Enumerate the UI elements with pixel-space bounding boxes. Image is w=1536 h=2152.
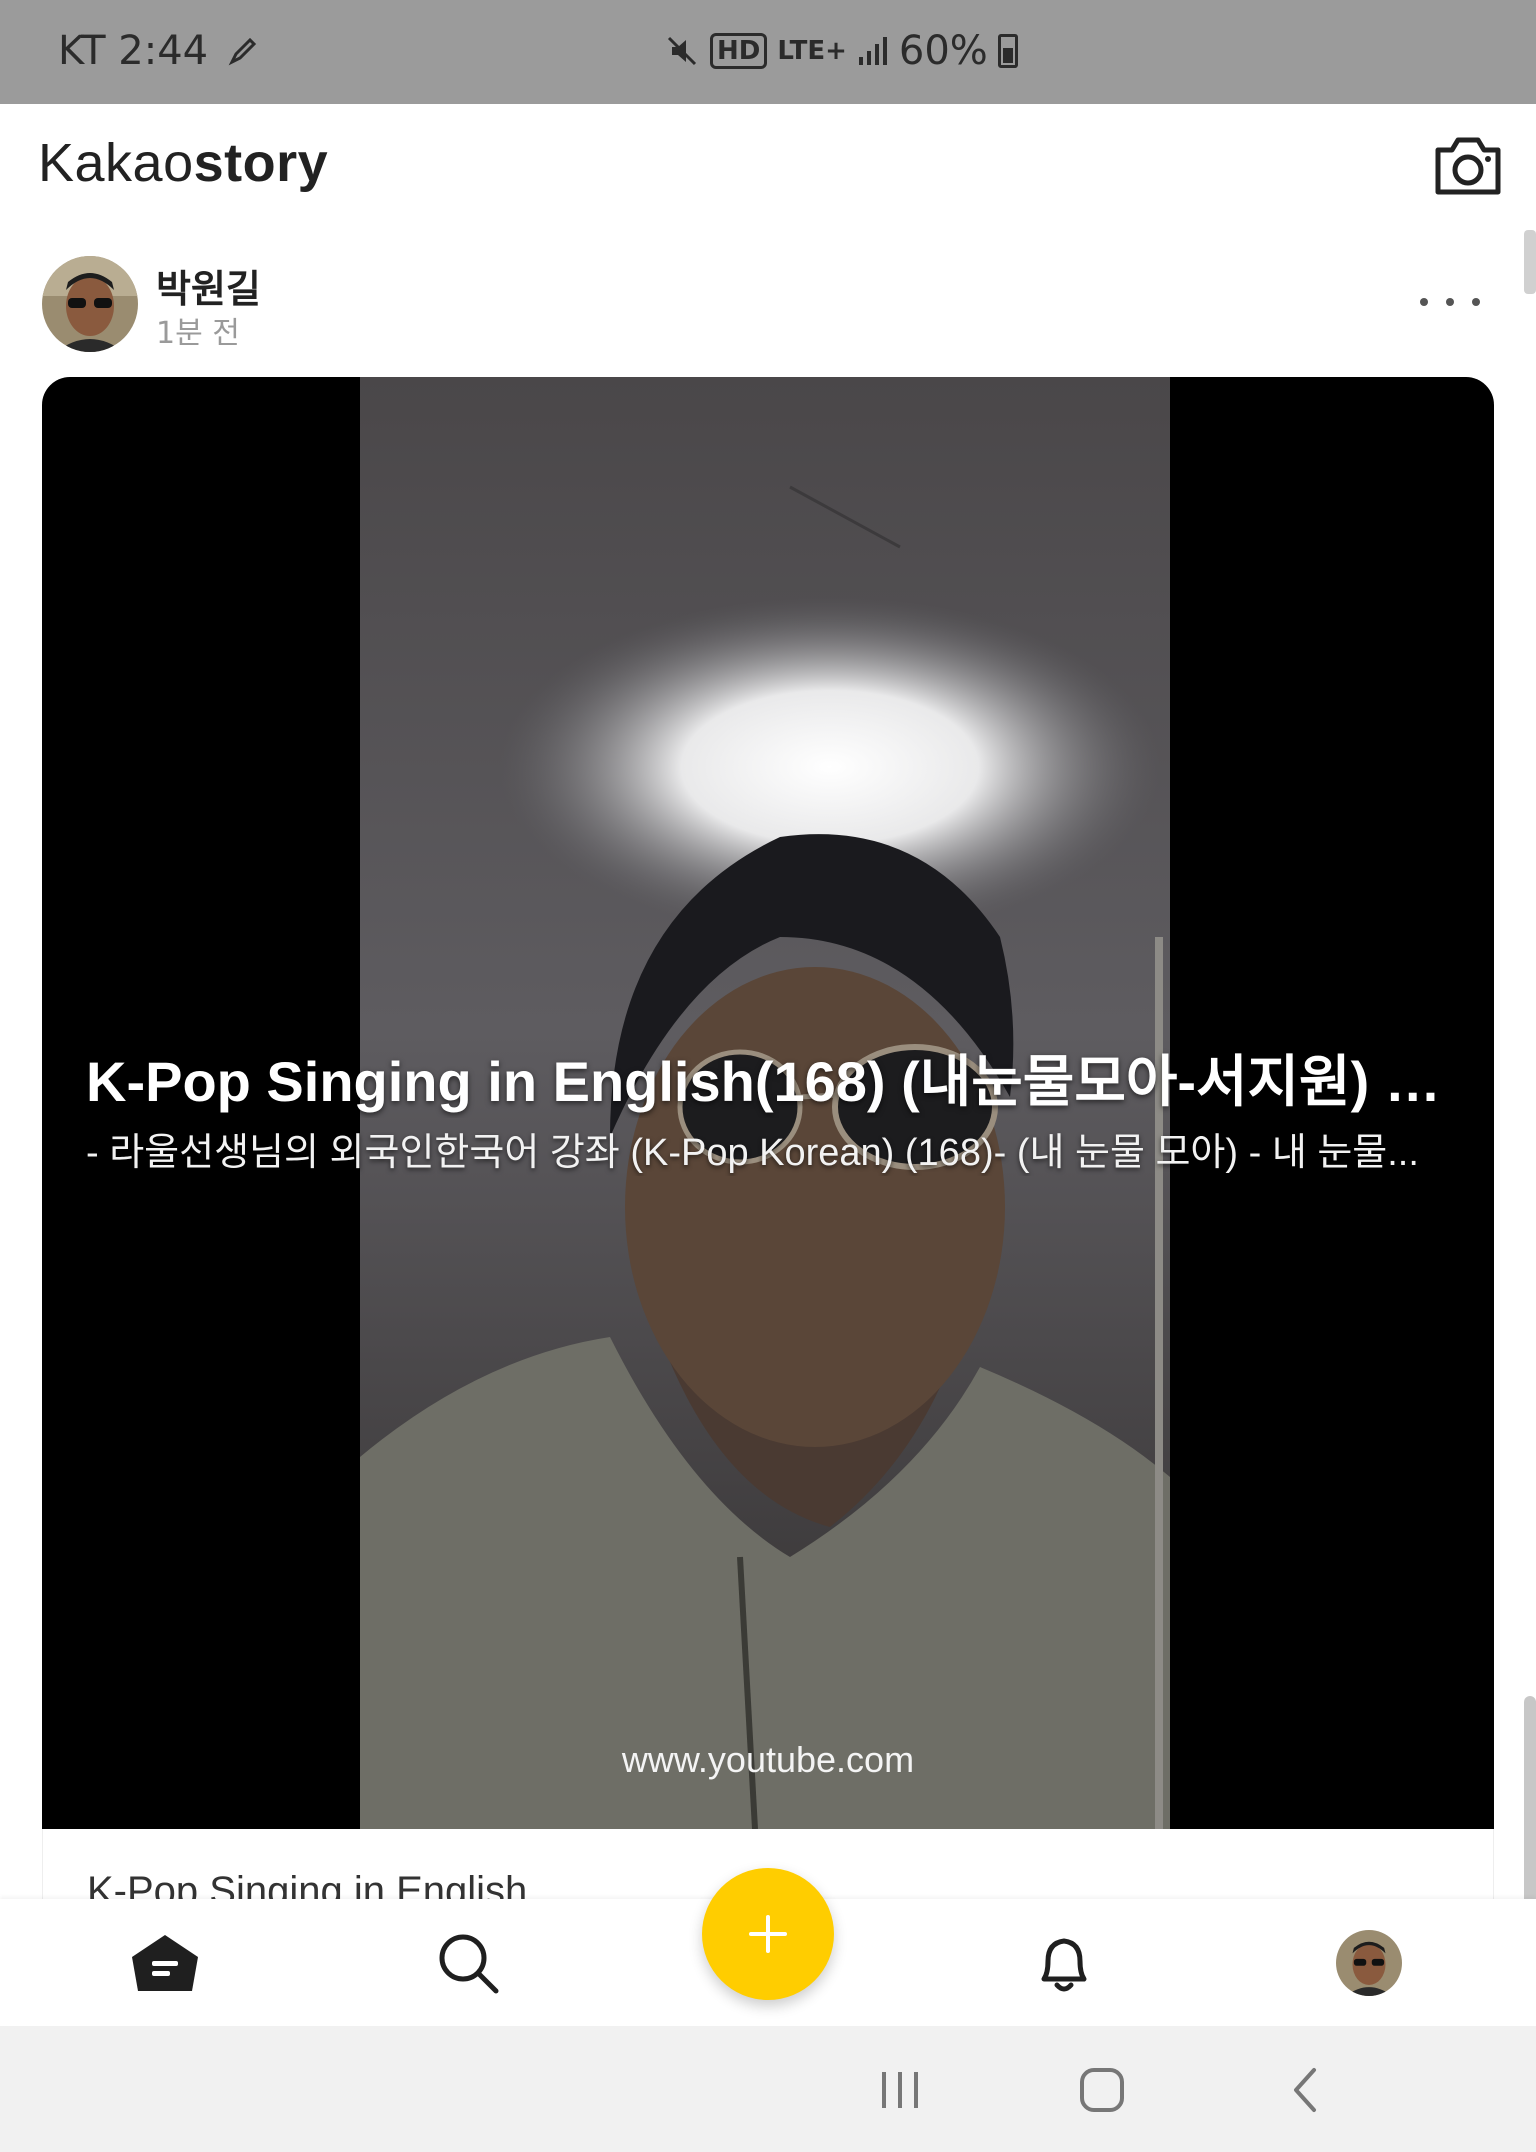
link-card[interactable]: K-Pop Singing in English(168) (내눈물모아-서지원… <box>42 377 1494 1829</box>
post-time: 1분 전 <box>156 316 240 351</box>
nav-profile-button[interactable] <box>1336 1930 1402 1996</box>
search-icon <box>439 1934 499 1994</box>
nav-notifications-button[interactable] <box>1032 1931 1096 1995</box>
home-icon <box>132 1935 198 1991</box>
card-domain: www.youtube.com <box>621 1739 915 1780</box>
card-description: - 라울선생님의 외국인한국어 강좌 (K-Pop Korean) (168)-… <box>86 1132 1419 1174</box>
battery-icon <box>997 34 1018 68</box>
author-avatar[interactable] <box>42 256 138 352</box>
avatar-image <box>42 256 138 352</box>
bell-icon <box>1041 1938 1087 1992</box>
logo-bold: story <box>193 133 329 193</box>
pen-icon <box>228 37 257 66</box>
card-title: K-Pop Singing in English(168) (내눈물모아-서지원… <box>86 1050 1458 1113</box>
nav-search-button[interactable] <box>436 1931 500 1995</box>
author-name[interactable]: 박원길 <box>156 258 261 313</box>
lte-badge: LTE+ <box>777 36 847 66</box>
camera-button[interactable] <box>1432 134 1504 198</box>
caption-text: K-Pop Singing in English <box>87 1869 528 1899</box>
hd-badge: HD <box>710 33 768 69</box>
recent-apps-icon <box>882 2072 918 2108</box>
recent-apps-button[interactable] <box>872 2064 932 2116</box>
back-icon <box>1294 2068 1316 2112</box>
system-home-button[interactable] <box>1072 2064 1132 2116</box>
more-dot <box>1446 298 1454 306</box>
status-right: HD LTE+ 60% <box>664 28 1018 74</box>
kakaostory-screen: KT 2:44 HD LTE+ 60% Kakaostory 박원길 1분 전 … <box>0 0 1536 2152</box>
status-bar: KT 2:44 HD LTE+ 60% <box>0 0 1536 104</box>
logo-light: Kakao <box>38 133 194 193</box>
mute-icon <box>667 36 697 66</box>
kakaostory-logo: Kakaostory <box>38 132 328 194</box>
signal-icon <box>858 37 887 65</box>
back-button[interactable] <box>1276 2064 1336 2116</box>
more-dot <box>1420 298 1428 306</box>
carrier-time: KT 2:44 <box>58 28 209 74</box>
profile-avatar <box>1336 1930 1402 1996</box>
system-nav-bar <box>0 2026 1536 2152</box>
more-dot <box>1472 298 1480 306</box>
system-home-icon <box>1080 2068 1124 2112</box>
status-left: KT 2:44 <box>58 28 260 74</box>
battery-percent: 60% <box>898 28 988 74</box>
more-icon[interactable] <box>1420 282 1480 322</box>
write-post-button[interactable] <box>702 1868 834 2000</box>
plus-icon <box>749 1915 787 1953</box>
app-header: Kakaostory <box>0 104 1536 234</box>
nav-home-button[interactable] <box>128 1931 198 1995</box>
camera-icon <box>1435 137 1501 195</box>
scrollbar-top <box>1524 230 1536 294</box>
